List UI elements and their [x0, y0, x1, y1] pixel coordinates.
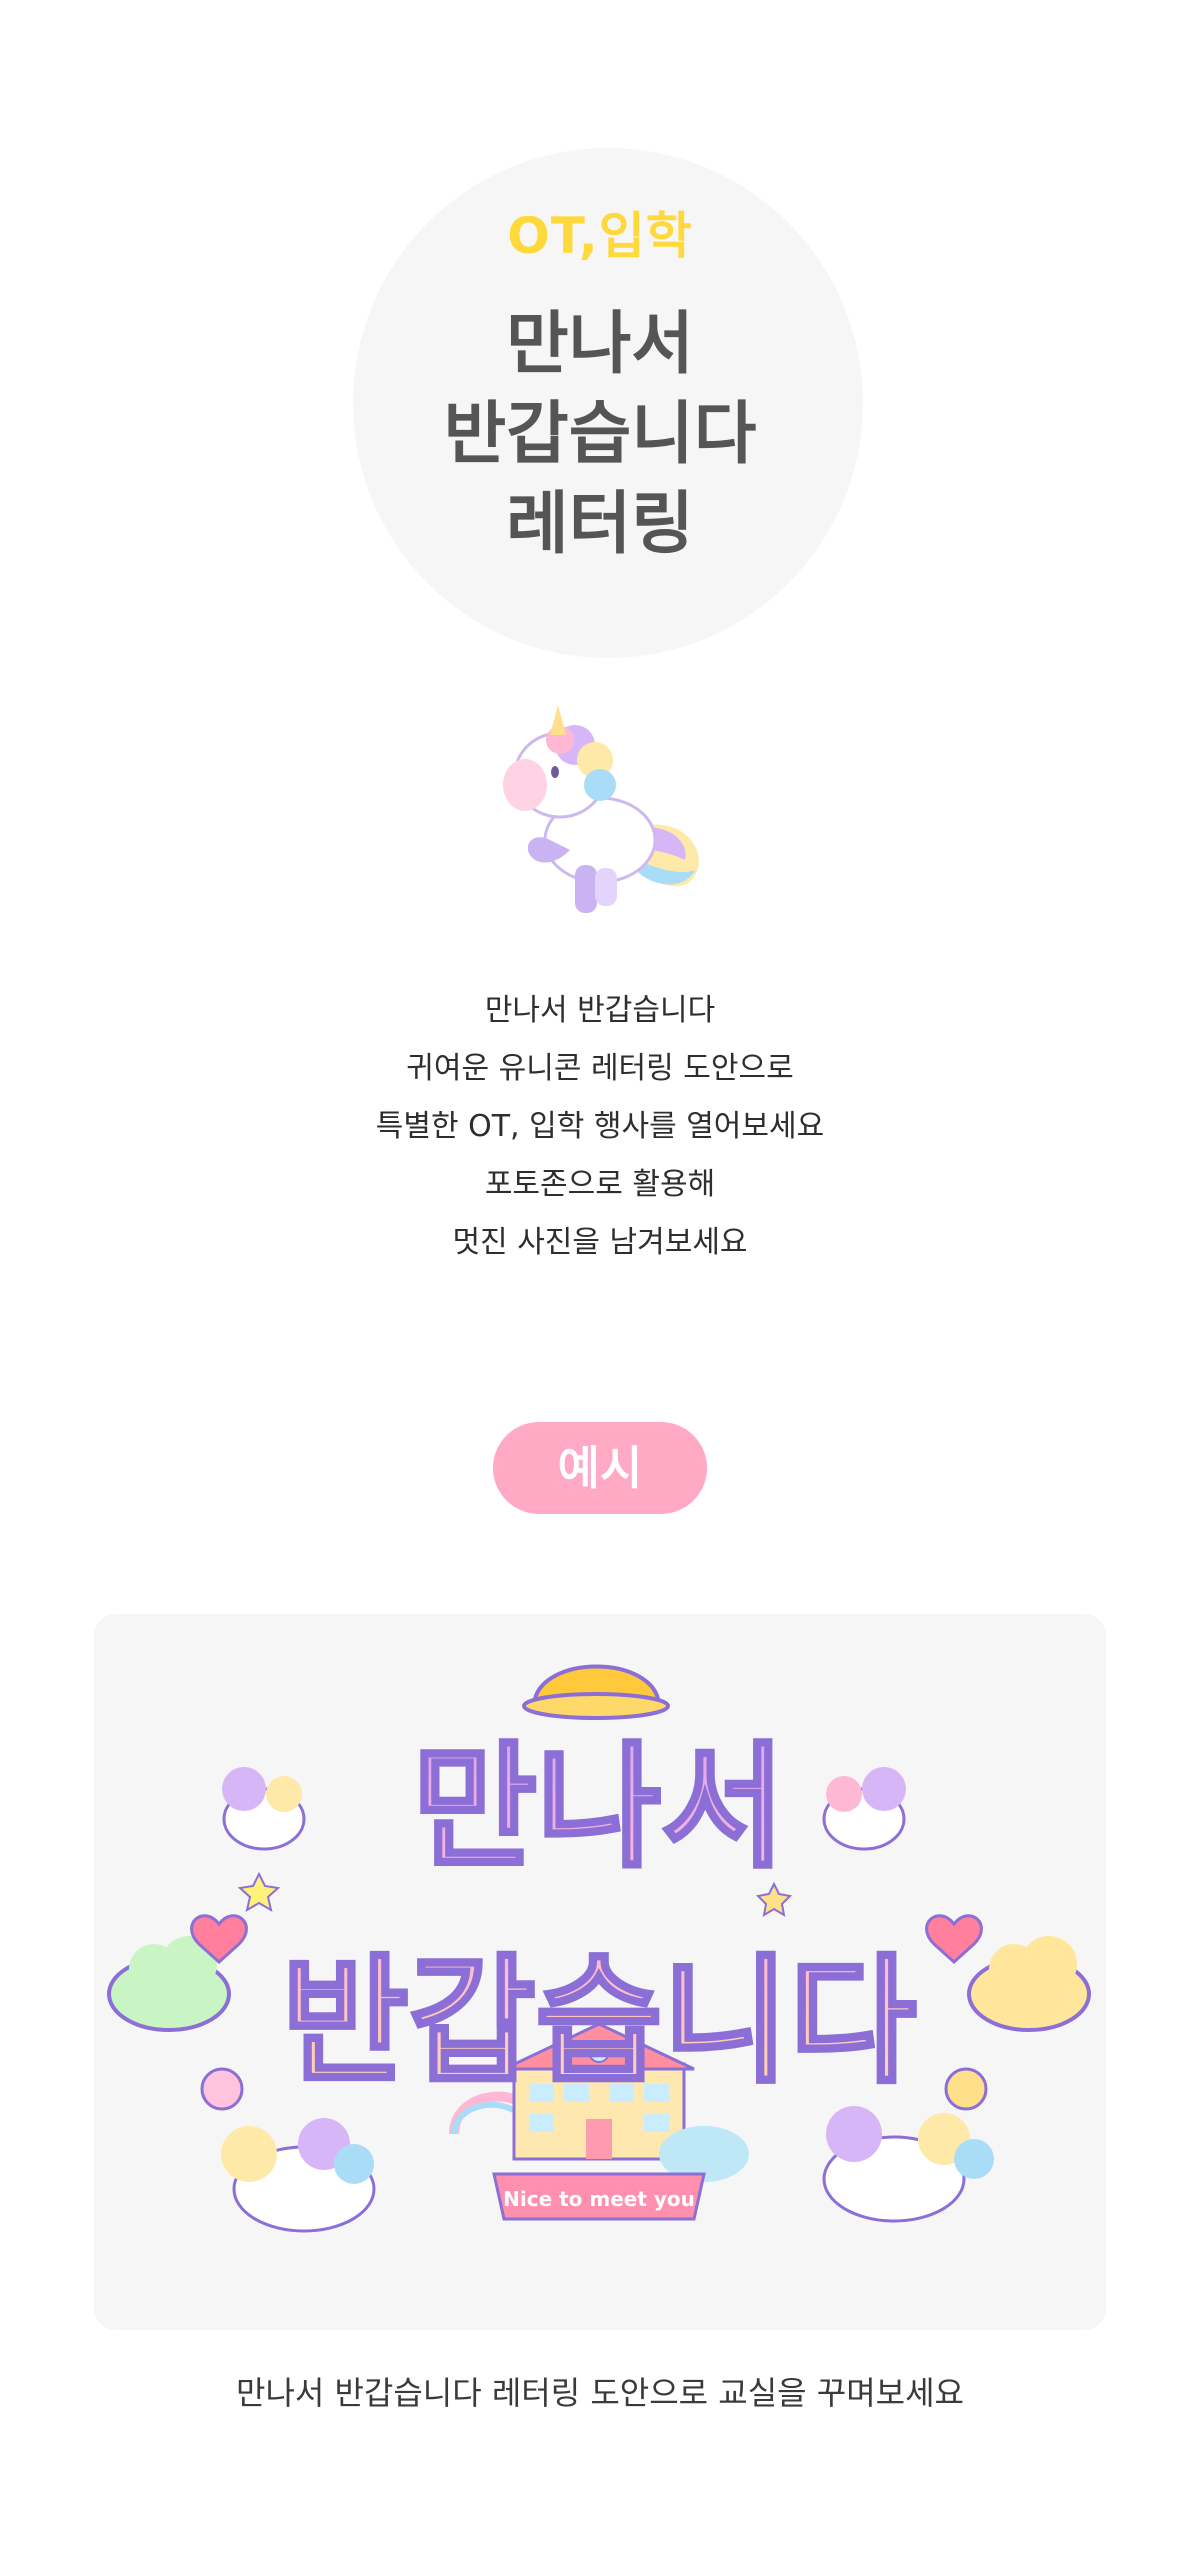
- description: 만나서 반갑습니다 귀여운 유니콘 레터링 도안으로 특별한 OT, 입학 행사…: [0, 982, 1200, 1272]
- banner-text: Nice to meet you: [503, 2187, 695, 2211]
- ribbon-banner: Nice to meet you: [492, 2172, 706, 2221]
- page-title: 만나서 반갑습니다 레터링: [0, 300, 1200, 570]
- example-badge: 예시: [493, 1422, 707, 1514]
- lettering-line-1: 만나서: [413, 1729, 786, 1886]
- example-caption: 만나서 반갑습니다 레터링 도안으로 교실을 꾸며보세요: [236, 2374, 964, 2412]
- unicorn-bottom-right-icon: [822, 2106, 994, 2223]
- lettering-example-image: Nice to meet you 만나서 반갑습니다: [107, 1664, 1091, 2233]
- example-panel: Nice to meet you 만나서 반갑습니다: [94, 1614, 1106, 2330]
- description-line: 특별한 OT, 입학 행사를 열어보세요: [375, 1109, 825, 1144]
- flower-left-icon: [200, 2067, 244, 2111]
- heart-right-icon: [925, 1914, 983, 1965]
- lettering-line-2: 반갑습니다: [282, 1941, 917, 2102]
- unicorn-bottom-left-icon: [221, 2118, 376, 2233]
- unicorn-top-right-icon: [822, 1767, 906, 1851]
- description-line: 귀여운 유니콘 레터링 도안으로: [406, 1051, 794, 1086]
- title-line: 레터링: [506, 485, 694, 564]
- star-icon: [755, 1881, 793, 1917]
- description-line: 포토존으로 활용해: [484, 1167, 716, 1202]
- cloud-right-icon: [967, 1936, 1091, 2032]
- title-line: 만나서: [506, 305, 694, 384]
- description-line: 멋진 사진을 남겨보세요: [452, 1225, 748, 1260]
- description-line: 만나서 반갑습니다: [484, 993, 716, 1028]
- unicorn-illustration: [503, 705, 699, 913]
- star-icon: [237, 1871, 281, 1913]
- category-label: OT,입학: [507, 207, 693, 265]
- flower-right-icon: [944, 2067, 988, 2111]
- title-line: 반갑습니다: [443, 395, 757, 474]
- school-hat-icon: [522, 1664, 670, 1720]
- unicorn-top-left-icon: [222, 1767, 306, 1851]
